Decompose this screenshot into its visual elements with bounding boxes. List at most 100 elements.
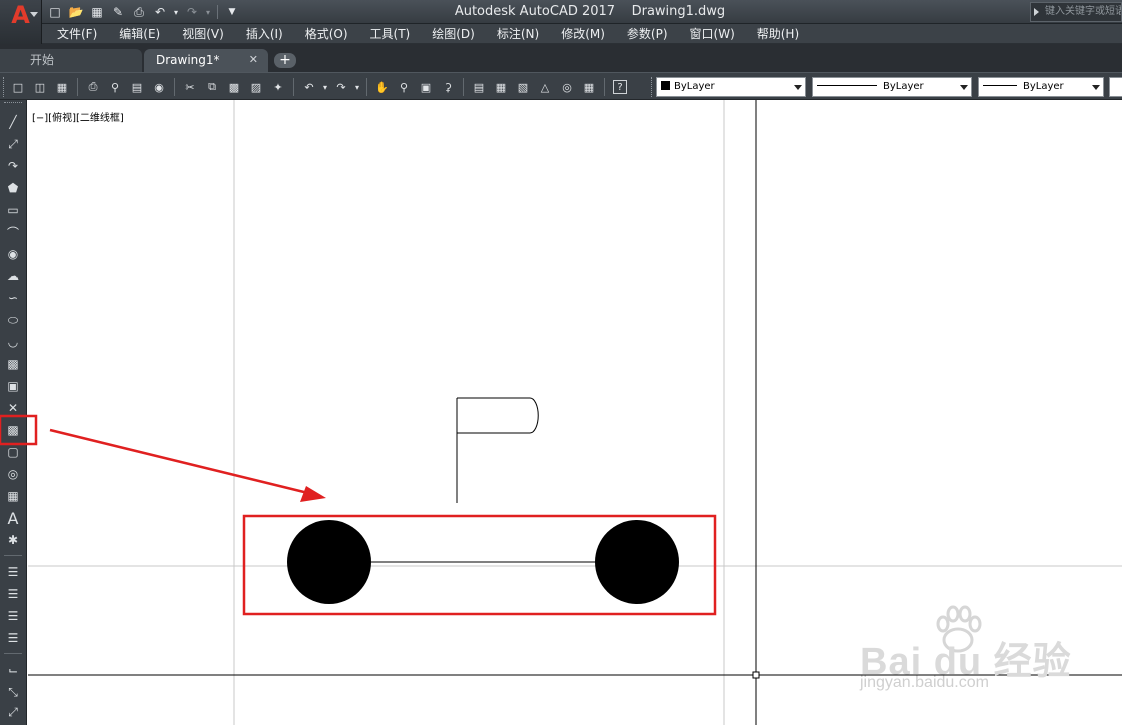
tool-palettes-icon[interactable]: ▧ <box>513 77 533 97</box>
menu-edit[interactable]: 编辑(E) <box>108 24 171 44</box>
undo-icon[interactable]: ↶ <box>299 77 319 97</box>
sheet-set-icon[interactable]: △ <box>535 77 555 97</box>
construction-line-icon[interactable]: ⤢ <box>3 134 23 154</box>
draw-toolbar: ╱ ⤢ ↷ ⬟ ▭ ⌒ ◉ ☁ ∽ ⬭ ◡ ▩ ▣ ✕ ▩ ▢ ◎ ▦ A ✱ … <box>0 100 27 725</box>
save-icon[interactable]: ▦ <box>88 3 106 21</box>
gradient-icon[interactable]: ▢ <box>3 442 23 462</box>
chevron-down-icon[interactable] <box>1089 78 1103 96</box>
undo-dropdown-icon[interactable]: ▾ <box>172 3 180 21</box>
paste-icon[interactable]: ▩ <box>224 77 244 97</box>
left-wheel-circle[interactable] <box>287 520 371 604</box>
lineweight-control-dropdown[interactable]: ByLayer <box>978 77 1104 97</box>
undo-icon[interactable]: ↶ <box>151 3 169 21</box>
menu-format[interactable]: 格式(O) <box>294 24 359 44</box>
match-properties-icon[interactable]: ▨ <box>246 77 266 97</box>
multiline-text-icon[interactable]: A <box>3 508 23 528</box>
point-icon[interactable]: ✕ <box>3 398 23 418</box>
toolbar-grip[interactable] <box>3 77 6 97</box>
chevron-down-icon[interactable] <box>957 78 971 96</box>
ellipse-icon[interactable]: ⬭ <box>3 310 23 330</box>
menu-draw[interactable]: 绘图(D) <box>421 24 486 44</box>
toolbar-grip[interactable] <box>4 102 22 105</box>
revision-cloud-icon[interactable]: ☁ <box>3 266 23 286</box>
layer-isolate-icon[interactable]: ☰ <box>3 628 23 648</box>
color-control-dropdown[interactable]: ByLayer <box>656 77 806 97</box>
ellipse-arc-icon[interactable]: ◡ <box>3 332 23 352</box>
block-editor-icon[interactable]: ✦ <box>268 77 288 97</box>
tab-drawing1[interactable]: Drawing1* ✕ <box>144 49 268 72</box>
cut-icon[interactable]: ✂ <box>180 77 200 97</box>
menu-tools[interactable]: 工具(T) <box>359 24 422 44</box>
right-wheel-circle[interactable] <box>595 520 679 604</box>
plot-style-control-dropdown[interactable] <box>1109 77 1122 97</box>
search-input[interactable]: 键入关键字或短语 <box>1030 2 1122 22</box>
zoom-realtime-icon[interactable]: ⚲ <box>394 77 414 97</box>
layer-icon[interactable]: ☰ <box>3 562 23 582</box>
layer-previous-icon[interactable]: ☰ <box>3 606 23 626</box>
menu-view[interactable]: 视图(V) <box>171 24 235 44</box>
customize-icon[interactable]: ▼ <box>223 3 241 21</box>
zoom-previous-icon[interactable]: ⚳ <box>438 77 458 97</box>
menu-help[interactable]: 帮助(H) <box>746 24 810 44</box>
add-selected-icon[interactable]: ✱ <box>3 530 23 550</box>
properties-icon[interactable]: ▤ <box>469 77 489 97</box>
polyline-icon[interactable]: ↷ <box>3 156 23 176</box>
rectangle-icon[interactable]: ▭ <box>3 200 23 220</box>
insert-block-icon[interactable]: ▩ <box>3 354 23 374</box>
open-icon[interactable]: ◫ <box>30 77 50 97</box>
close-icon[interactable]: ✕ <box>249 49 258 71</box>
new-icon[interactable]: □ <box>46 3 64 21</box>
table-icon[interactable]: ▦ <box>3 486 23 506</box>
redo-dropdown-icon[interactable]: ▾ <box>204 3 212 21</box>
redo-dropdown-icon[interactable]: ▾ <box>353 77 361 97</box>
arc-icon[interactable]: ⌒ <box>3 222 23 242</box>
toolbar-grip[interactable] <box>651 77 654 97</box>
viewport-controls[interactable]: [−][俯视][二维线框] <box>32 109 124 124</box>
application-menu-button[interactable]: A <box>0 0 42 44</box>
markup-icon[interactable]: ◎ <box>557 77 577 97</box>
design-center-icon[interactable]: ▦ <box>491 77 511 97</box>
quick-access-toolbar: □ 📂 ▦ ✎ ⎙ ↶ ▾ ↷ ▾ ▼ <box>46 2 241 22</box>
quickcalc-icon[interactable]: ▦ <box>579 77 599 97</box>
new-icon[interactable]: □ <box>8 77 28 97</box>
open-icon[interactable]: 📂 <box>67 3 85 21</box>
publish-icon[interactable]: ▤ <box>127 77 147 97</box>
copy-icon[interactable]: ⧉ <box>202 77 222 97</box>
tab-start[interactable]: 开始 <box>0 49 142 72</box>
menu-dimension[interactable]: 标注(N) <box>486 24 550 44</box>
saveas-icon[interactable]: ✎ <box>109 3 127 21</box>
help-icon[interactable]: ? <box>613 80 627 94</box>
region-icon[interactable]: ◎ <box>3 464 23 484</box>
polygon-icon[interactable]: ⬟ <box>3 178 23 198</box>
menu-file[interactable]: 文件(F) <box>46 24 108 44</box>
line-icon[interactable]: ╱ <box>3 112 23 132</box>
hatch-icon[interactable]: ▩ <box>3 420 23 440</box>
chevron-down-icon[interactable] <box>791 78 805 96</box>
plot-icon[interactable]: ⎙ <box>130 3 148 21</box>
redo-icon[interactable]: ↷ <box>331 77 351 97</box>
flag-banner[interactable] <box>457 397 539 434</box>
baidu-jingyan-watermark: Bai du 经验 jingyan.baidu.com <box>860 605 1071 694</box>
menu-window[interactable]: 窗口(W) <box>679 24 746 44</box>
redo-icon[interactable]: ↷ <box>183 3 201 21</box>
extend-icon[interactable]: ⤢ <box>3 702 23 722</box>
linetype-control-dropdown[interactable]: ByLayer <box>812 77 972 97</box>
fillet-icon[interactable]: ⌙ <box>3 660 23 680</box>
undo-dropdown-icon[interactable]: ▾ <box>321 77 329 97</box>
plot-preview-icon[interactable]: ⚲ <box>105 77 125 97</box>
menu-insert[interactable]: 插入(I) <box>235 24 294 44</box>
menu-modify[interactable]: 修改(M) <box>550 24 616 44</box>
3d-print-icon[interactable]: ◉ <box>149 77 169 97</box>
new-tab-button[interactable]: + <box>274 53 296 68</box>
chevron-right-icon[interactable] <box>1034 8 1039 16</box>
pan-icon[interactable]: ✋ <box>372 77 392 97</box>
zoom-window-icon[interactable]: ▣ <box>416 77 436 97</box>
plot-icon[interactable]: ⎙ <box>83 77 103 97</box>
spline-icon[interactable]: ∽ <box>3 288 23 308</box>
make-block-icon[interactable]: ▣ <box>3 376 23 396</box>
menu-parametric[interactable]: 参数(P) <box>616 24 679 44</box>
trim-icon[interactable]: ⤡ <box>3 682 23 702</box>
circle-icon[interactable]: ◉ <box>3 244 23 264</box>
layer-states-icon[interactable]: ☰ <box>3 584 23 604</box>
save-icon[interactable]: ▦ <box>52 77 72 97</box>
